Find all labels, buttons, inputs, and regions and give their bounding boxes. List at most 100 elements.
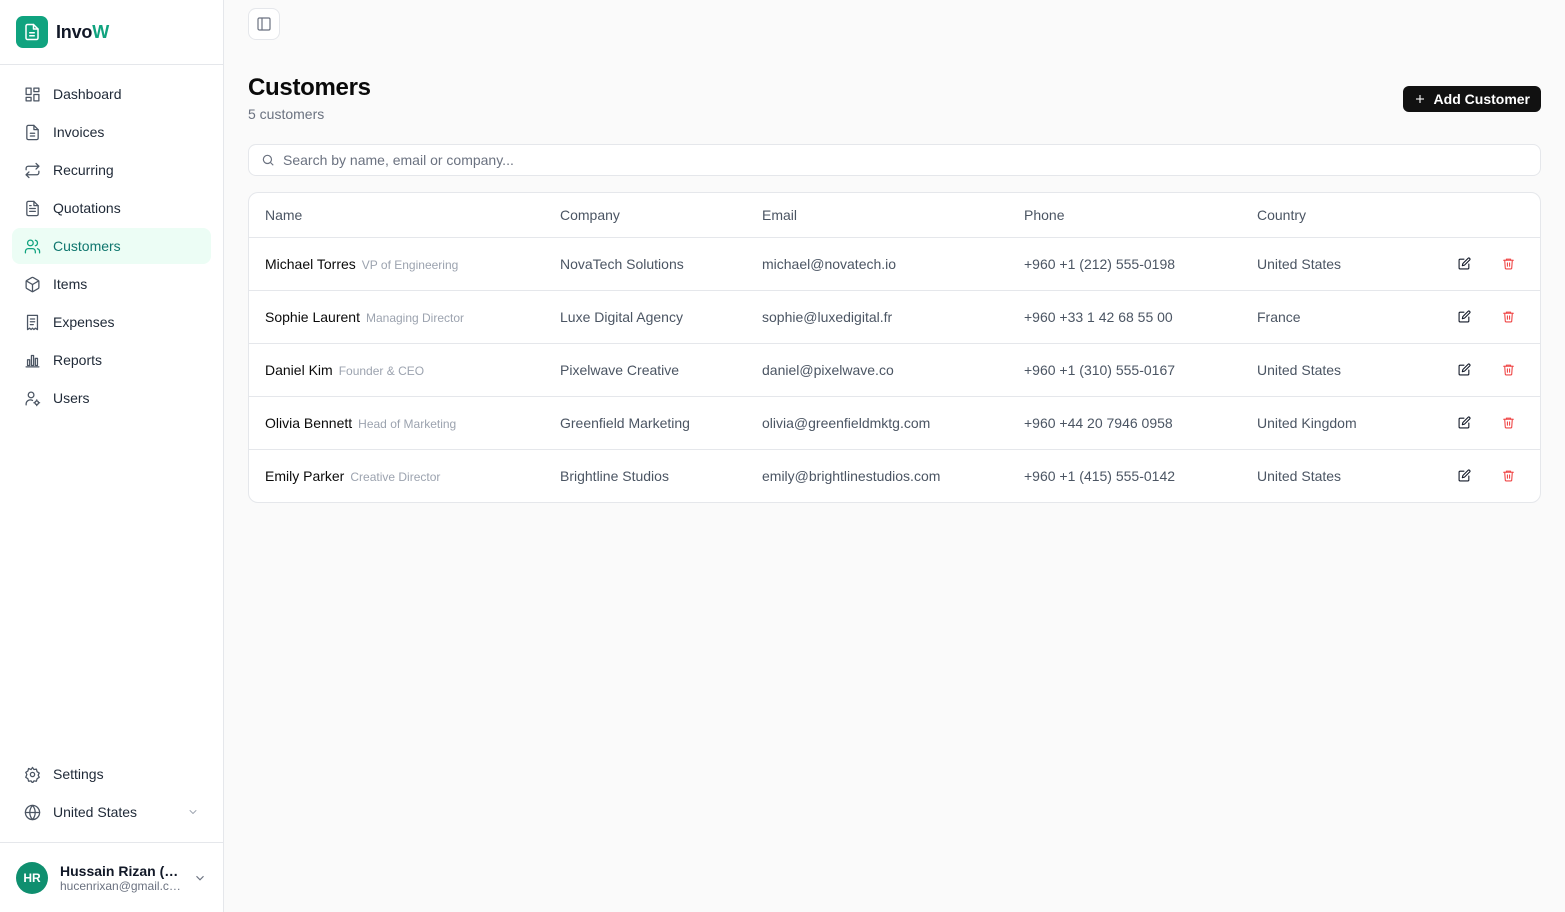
customer-name: Daniel Kim <box>265 361 333 378</box>
sidebar-item-quotations[interactable]: Quotations <box>12 190 211 226</box>
sidebar-footer-nav: Settings United States <box>0 756 223 842</box>
sidebar-item-dashboard[interactable]: Dashboard <box>12 76 211 112</box>
sidebar-nav: Dashboard Invoices Recurring Quotations … <box>0 65 223 756</box>
sidebar-item-label: Expenses <box>53 314 115 330</box>
dashboard-icon <box>25 86 40 102</box>
customer-name: Olivia Bennett <box>265 414 353 431</box>
customer-phone: +960 +1 (415) 555-0142 <box>1024 467 1176 484</box>
sidebar-item-label: Quotations <box>53 200 121 216</box>
row-actions <box>1447 343 1540 397</box>
edit-icon <box>1458 363 1471 376</box>
sidebar-item-reports[interactable]: Reports <box>12 342 211 378</box>
table-row: Emily Parker Creative Director Brightline… <box>249 449 1540 502</box>
edit-icon <box>1458 310 1471 323</box>
customer-phone: +960 +1 (310) 555-0167 <box>1024 343 1257 397</box>
sidebar-item-settings[interactable]: Settings <box>12 756 211 792</box>
package-icon <box>25 276 40 292</box>
search-bar <box>248 144 1541 176</box>
brand: InvoW <box>0 0 223 65</box>
sidebar-toggle-button[interactable] <box>248 8 280 40</box>
customer-name: Emily Parker <box>265 467 345 484</box>
sidebar-item-recurring[interactable]: Recurring <box>12 152 211 188</box>
delete-button[interactable] <box>1500 309 1516 325</box>
customer-phone: +960 +33 1 42 68 55 00 <box>1024 290 1257 344</box>
customer-role: Creative Director <box>350 469 441 484</box>
customer-name: Michael Torres <box>265 255 356 272</box>
page-title: Customers <box>248 74 371 101</box>
add-customer-button[interactable]: Add Customer <box>1402 86 1541 112</box>
customer-name-cell: Emily Parker Creative Director <box>249 449 560 502</box>
customer-phone: +960 +44 20 7946 0958 <box>1024 396 1257 450</box>
user-info: Hussain Rizan (Ex hucenrixan@gmail.com <box>60 863 181 893</box>
column-header-actions <box>1447 193 1540 238</box>
search-icon <box>262 154 274 166</box>
country-selector[interactable]: United States <box>12 794 211 830</box>
main-content: Customers 5 customers Add Customer Name … <box>224 0 1565 912</box>
trash-icon <box>1502 470 1514 482</box>
customer-count: 5 customers <box>248 106 325 122</box>
sidebar-item-customers[interactable]: Customers <box>12 228 211 264</box>
search-input[interactable] <box>283 152 1540 168</box>
trash-icon <box>1502 364 1514 376</box>
sidebar-item-label: Dashboard <box>53 86 122 102</box>
column-header-country: Country <box>1257 193 1447 238</box>
table-row: Michael Torres VP of Engineering NovaTech… <box>249 237 1540 291</box>
edit-button[interactable] <box>1456 309 1472 325</box>
column-header-phone: Phone <box>1024 193 1257 238</box>
delete-button[interactable] <box>1500 256 1516 272</box>
table-row: Olivia Bennett Head of Marketing Greenfie… <box>249 396 1540 450</box>
trash-icon <box>1502 311 1514 323</box>
plus-icon <box>1415 95 1424 103</box>
sidebar-item-label: Customers <box>53 238 121 254</box>
chevron-down-icon <box>196 875 204 881</box>
customer-name-cell: Sophie Laurent Managing Director <box>249 290 560 344</box>
delete-button[interactable] <box>1500 362 1516 378</box>
sidebar-item-invoices[interactable]: Invoices <box>12 114 211 150</box>
edit-button[interactable] <box>1456 362 1472 378</box>
customer-company: Luxe Digital Agency <box>560 290 762 344</box>
sidebar-item-expenses[interactable]: Expenses <box>12 304 211 340</box>
edit-icon <box>1458 469 1471 482</box>
repeat-icon <box>25 162 40 178</box>
panel-left-icon <box>257 17 271 31</box>
bar-chart-icon <box>25 354 40 368</box>
user-name: Hussain Rizan (Ex <box>60 862 181 879</box>
customer-email: emily@brightlinestudios.com <box>762 467 941 484</box>
add-customer-label: Add Customer <box>1433 91 1530 107</box>
customer-email: michael@novatech.io <box>762 237 1024 291</box>
user-menu[interactable]: HR Hussain Rizan (Ex hucenrixan@gmail.co… <box>0 842 223 912</box>
chevron-down-icon <box>189 810 197 814</box>
customer-country: United States <box>1257 343 1447 397</box>
customer-email: sophie@luxedigital.fr <box>762 290 1024 344</box>
sidebar-item-items[interactable]: Items <box>12 266 211 302</box>
row-actions <box>1447 290 1540 344</box>
page-header: Customers 5 customers Add Customer <box>248 74 1541 122</box>
customer-country: United States <box>1257 467 1342 484</box>
customer-role: Head of Marketing <box>358 416 457 431</box>
customer-country: United States <box>1257 237 1447 291</box>
customer-company: Pixelwave Creative <box>560 343 762 397</box>
customer-country: France <box>1257 290 1447 344</box>
app-name: InvoW <box>56 21 109 42</box>
edit-icon <box>1458 257 1471 270</box>
customer-name-cell: Daniel Kim Founder & CEO <box>249 343 560 397</box>
delete-button[interactable] <box>1500 415 1516 431</box>
customer-name-cell: Michael Torres VP of Engineering <box>249 237 560 291</box>
trash-icon <box>1502 258 1514 270</box>
customer-role: VP of Engineering <box>361 257 459 272</box>
sidebar-item-label: Reports <box>53 352 103 368</box>
sidebar-item-label: Invoices <box>53 124 105 140</box>
column-header-email: Email <box>762 193 1024 238</box>
table-row: Daniel Kim Founder & CEO Pixelwave Creati… <box>249 343 1540 397</box>
customer-email: daniel@pixelwave.co <box>762 343 1024 397</box>
receipt-icon <box>26 314 39 330</box>
sidebar-item-label: Recurring <box>53 162 114 178</box>
customer-email: olivia@greenfieldmktg.com <box>762 396 1024 450</box>
edit-button[interactable] <box>1456 415 1472 431</box>
row-actions <box>1447 396 1540 450</box>
sidebar-item-users[interactable]: Users <box>12 380 211 416</box>
delete-button[interactable] <box>1500 468 1516 484</box>
customer-country: United Kingdom <box>1257 396 1447 450</box>
edit-button[interactable] <box>1456 468 1472 484</box>
edit-button[interactable] <box>1456 256 1472 272</box>
